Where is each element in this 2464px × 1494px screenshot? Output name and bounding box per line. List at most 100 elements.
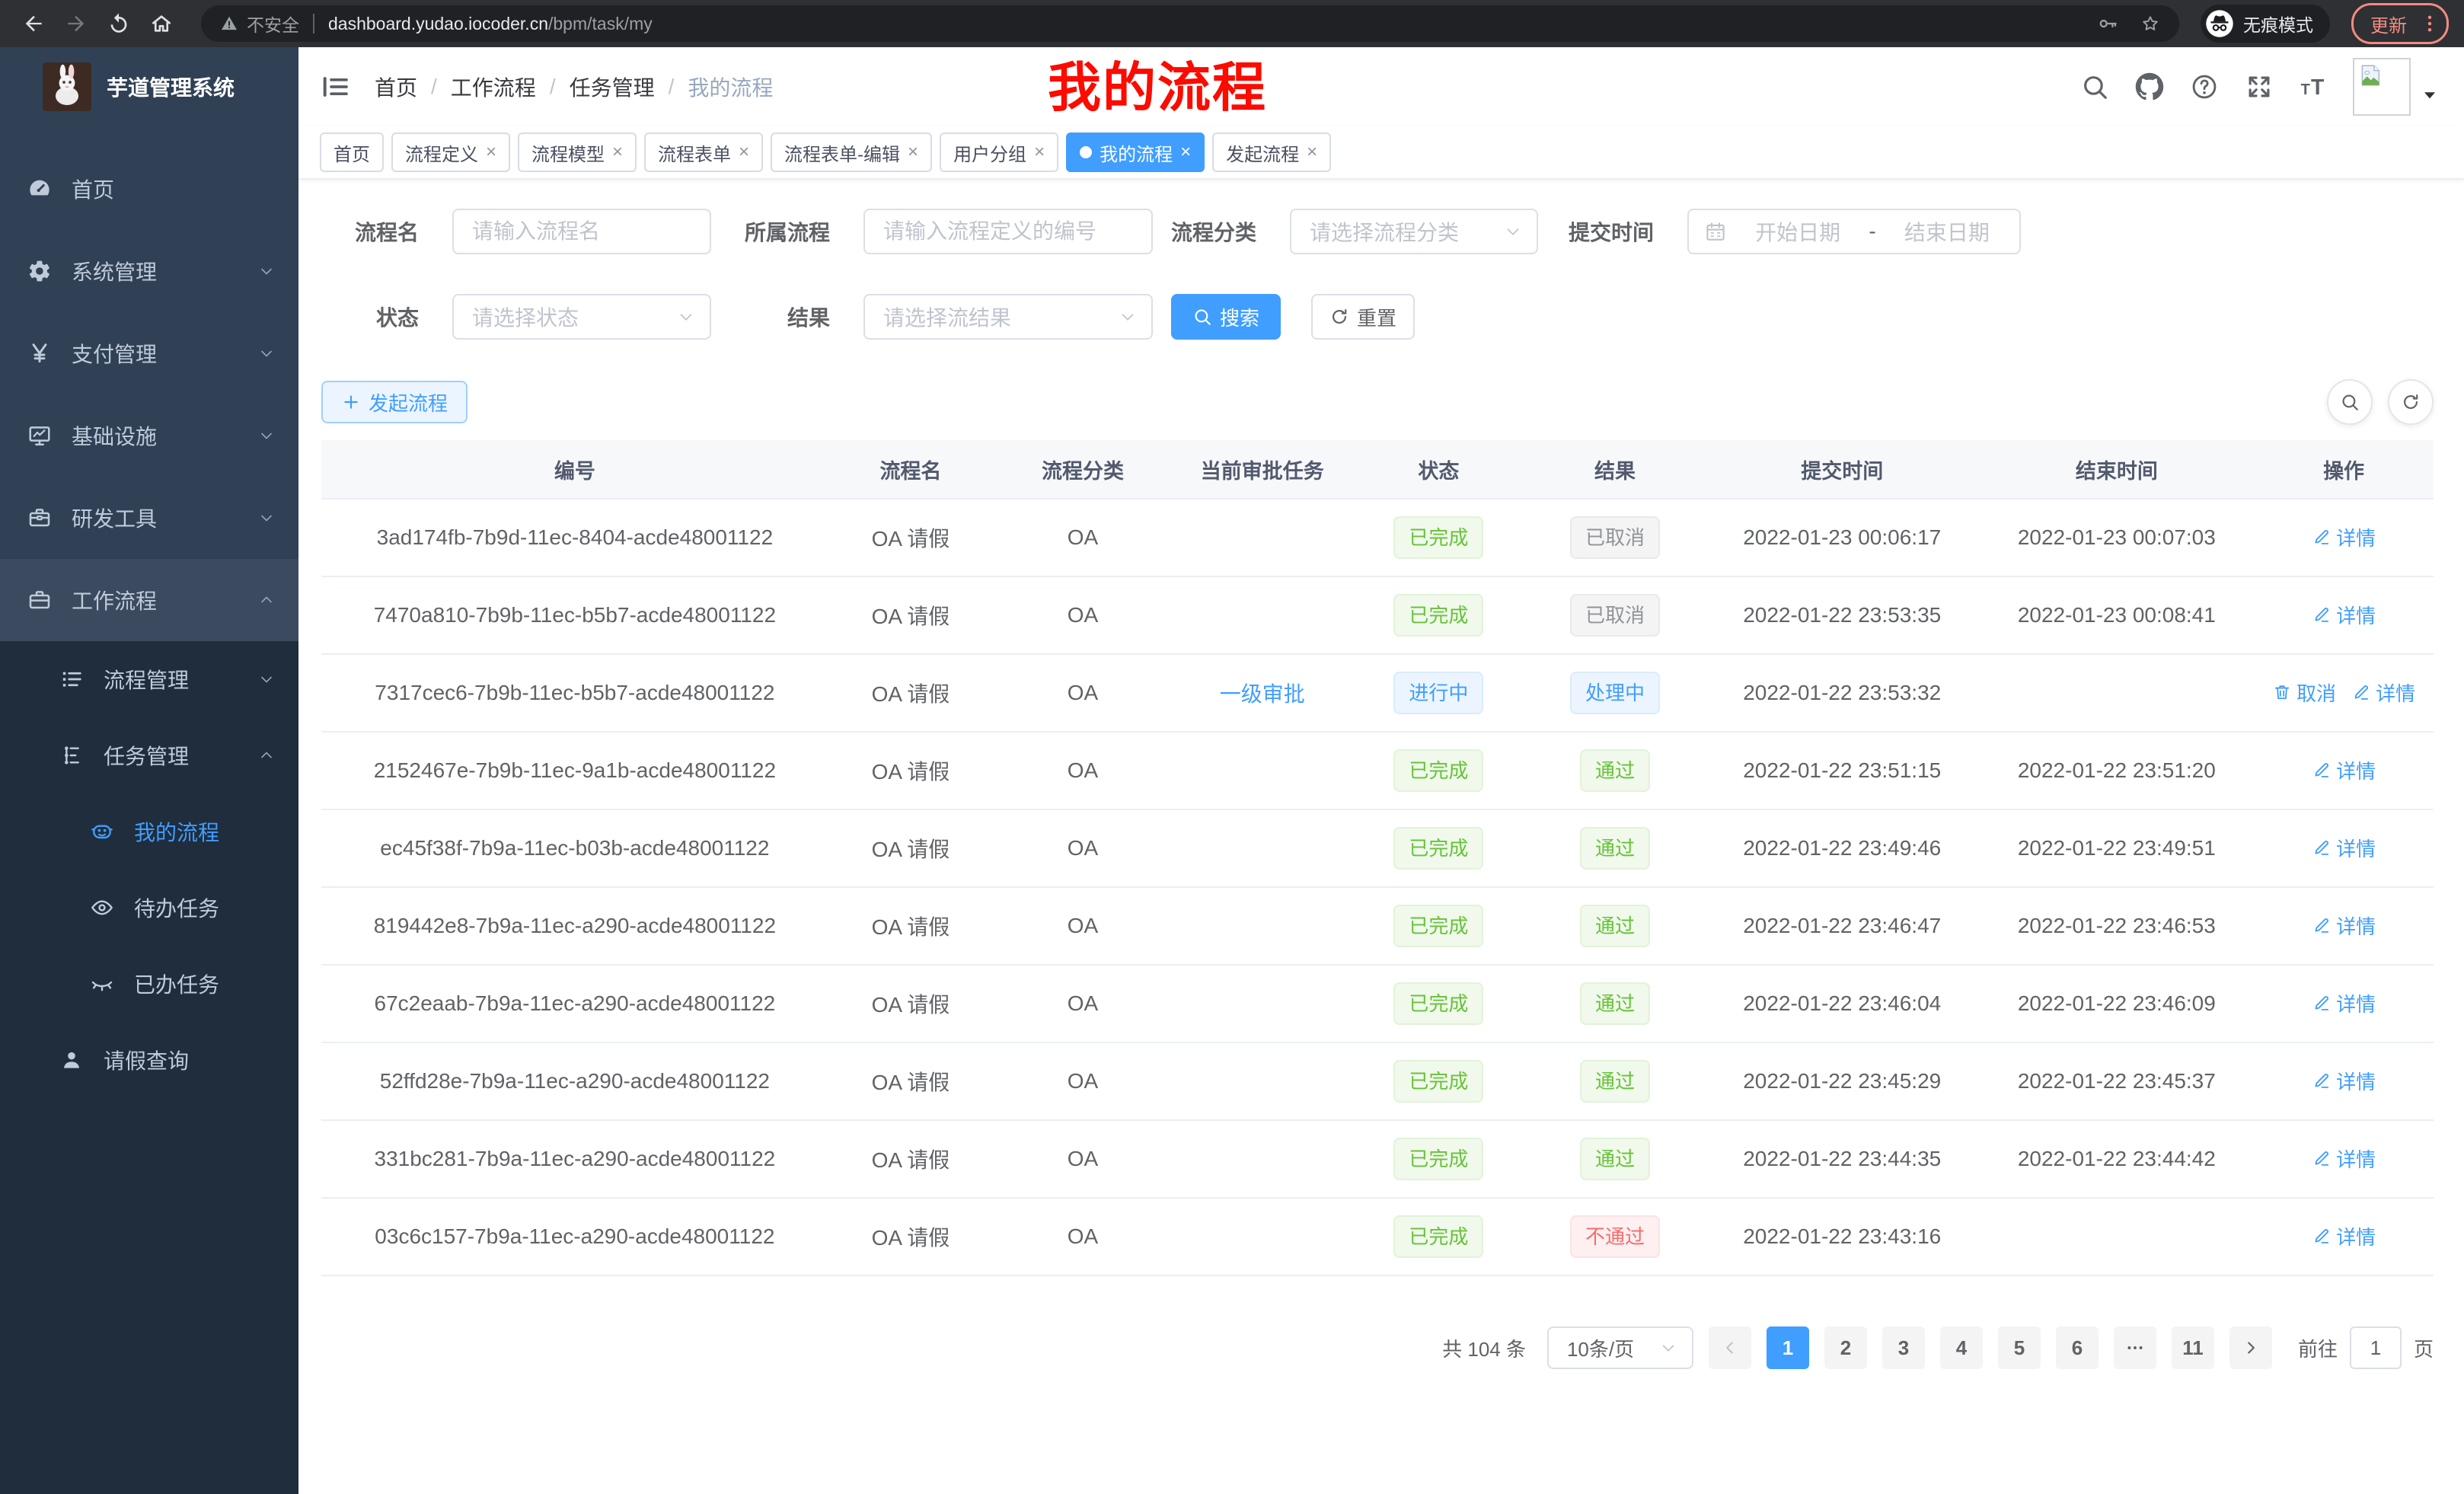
result-badge: 通过 (1580, 905, 1650, 947)
help-icon[interactable] (2190, 72, 2219, 101)
sidebar-item-3[interactable]: 基础设施 (0, 394, 298, 477)
table-row: 67c2eaab-7b9a-11ec-a290-acde48001122 OA … (321, 965, 2434, 1042)
breadcrumb-item-0[interactable]: 首页 (375, 72, 417, 102)
browser-forward-button[interactable] (58, 5, 94, 42)
sidebar-item-2[interactable]: 支付管理 (0, 312, 298, 394)
sidebar-item-9[interactable]: 待办任务 (0, 870, 298, 946)
create-process-button[interactable]: 发起流程 (321, 381, 468, 423)
cell-status: 已完成 (1352, 732, 1525, 809)
pager-next-button[interactable] (2229, 1326, 2272, 1369)
close-tab-icon[interactable]: × (739, 143, 749, 161)
result-placeholder: 请选择流结果 (883, 302, 1011, 332)
category-select[interactable]: 请选择流程分类 (1290, 209, 1538, 254)
browser-menu-icon[interactable] (2419, 13, 2440, 34)
browser-back-button[interactable] (15, 5, 52, 42)
tab-3[interactable]: 流程表单 × (644, 132, 763, 172)
toggle-search-button[interactable] (2327, 379, 2373, 425)
pager-page-3[interactable]: 3 (1882, 1326, 1925, 1369)
pager-page-4[interactable]: 4 (1940, 1326, 1983, 1369)
detail-action-link[interactable]: 详情 (2312, 1067, 2376, 1095)
pager-page-1[interactable]: 1 (1767, 1326, 1809, 1369)
user-menu-caret-icon[interactable] (2420, 85, 2440, 105)
pager-page-6[interactable]: 6 (2056, 1326, 2099, 1369)
reset-button[interactable]: 重置 (1311, 294, 1415, 340)
end-date-placeholder[interactable]: 结束日期 (1890, 216, 2004, 247)
browser-update-button[interactable]: 更新 (2351, 3, 2449, 44)
sidebar-item-1[interactable]: 系统管理 (0, 230, 298, 312)
pager-more-button[interactable] (2114, 1326, 2156, 1369)
cancel-action-link[interactable]: 取消 (2272, 678, 2336, 707)
cell-category: OA (993, 1198, 1173, 1275)
tab-2[interactable]: 流程模型 × (518, 132, 637, 172)
pager-page-11[interactable]: 11 (2172, 1326, 2214, 1369)
detail-action-link[interactable]: 详情 (2312, 989, 2376, 1017)
sidebar-item-10[interactable]: 已办任务 (0, 946, 298, 1022)
sidebar-item-4[interactable]: 研发工具 (0, 477, 298, 559)
breadcrumb-item-2[interactable]: 任务管理 (570, 72, 655, 102)
refresh-table-button[interactable] (2388, 379, 2434, 425)
fullscreen-icon[interactable] (2245, 72, 2274, 101)
cell-task (1173, 732, 1352, 809)
avatar[interactable] (2353, 58, 2411, 116)
address-bar[interactable]: 不安全 dashboard.yudao.iocoder.cn/bpm/task/… (201, 5, 2179, 42)
pager-page-5[interactable]: 5 (1998, 1326, 2041, 1369)
tab-0[interactable]: 首页 (320, 132, 384, 172)
status-select[interactable]: 请选择状态 (452, 294, 711, 340)
browser-home-button[interactable] (143, 5, 180, 42)
security-label[interactable]: 不安全 (247, 11, 299, 37)
column-header-3: 当前审批任务 (1173, 440, 1352, 499)
detail-action-link[interactable]: 详情 (2312, 601, 2376, 629)
current-task-link[interactable]: 一级审批 (1220, 682, 1305, 706)
detail-action-link[interactable]: 详情 (2312, 911, 2376, 940)
detail-action-link[interactable]: 详情 (2312, 1144, 2376, 1173)
github-icon[interactable] (2135, 72, 2164, 101)
page-size-select[interactable]: 10条/页 (1547, 1326, 1693, 1369)
close-tab-icon[interactable]: × (1307, 143, 1317, 161)
breadcrumb-item-3[interactable]: 我的流程 (688, 72, 773, 102)
close-tab-icon[interactable]: × (486, 143, 496, 161)
submit-time-range-picker[interactable]: 开始日期 - 结束日期 (1687, 209, 2021, 254)
definition-input[interactable] (863, 209, 1153, 254)
font-size-icon[interactable]: TT (2300, 72, 2330, 102)
close-tab-icon[interactable]: × (612, 143, 623, 161)
page-size-value: 10条/页 (1567, 1334, 1634, 1362)
close-tab-icon[interactable]: × (1034, 143, 1045, 161)
detail-action-link[interactable]: 详情 (2312, 1222, 2376, 1250)
cell-name: OA 请假 (828, 732, 993, 809)
breadcrumb-item-1[interactable]: 工作流程 (451, 72, 536, 102)
name-input[interactable] (452, 209, 711, 254)
sidebar-item-0[interactable]: 首页 (0, 148, 298, 230)
header-search-icon[interactable] (2080, 72, 2109, 101)
tab-4[interactable]: 流程表单-编辑 × (771, 132, 932, 172)
sidebar-item-5[interactable]: 工作流程 (0, 559, 298, 641)
goto-page-input[interactable] (2350, 1326, 2402, 1369)
browser-reload-button[interactable] (101, 5, 137, 42)
eye-closed-icon (90, 972, 114, 996)
detail-action-link[interactable]: 详情 (2312, 834, 2376, 862)
reset-button-label: 重置 (1357, 303, 1396, 331)
sidebar-item-6[interactable]: 流程管理 (0, 641, 298, 717)
url-path: /bpm/task/my (548, 14, 653, 34)
sidebar-item-11[interactable]: 请假查询 (0, 1022, 298, 1098)
search-button[interactable]: 搜索 (1171, 294, 1281, 340)
app-logo-row[interactable]: 芋道管理系统 (0, 47, 298, 126)
pager-prev-button[interactable] (1709, 1326, 1751, 1369)
tab-6[interactable]: 我的流程 × (1066, 132, 1205, 172)
sidebar-item-8[interactable]: 我的流程 (0, 793, 298, 870)
tab-5[interactable]: 用户分组 × (940, 132, 1058, 172)
pager-page-2[interactable]: 2 (1824, 1326, 1867, 1369)
start-date-placeholder[interactable]: 开始日期 (1741, 216, 1855, 247)
detail-action-link[interactable]: 详情 (2312, 523, 2376, 551)
result-select[interactable]: 请选择流结果 (863, 294, 1153, 340)
detail-action-link[interactable]: 详情 (2351, 678, 2415, 707)
cell-category: OA (993, 1120, 1173, 1198)
bookmark-star-icon[interactable] (2140, 13, 2161, 34)
sidebar-item-7[interactable]: 任务管理 (0, 717, 298, 793)
detail-action-link[interactable]: 详情 (2312, 756, 2376, 784)
key-icon[interactable] (2097, 13, 2118, 34)
close-tab-icon[interactable]: × (908, 143, 918, 161)
sidebar-collapse-button[interactable] (320, 72, 350, 102)
tab-1[interactable]: 流程定义 × (391, 132, 510, 172)
tab-7[interactable]: 发起流程 × (1212, 132, 1331, 172)
close-tab-icon[interactable]: × (1180, 143, 1191, 161)
